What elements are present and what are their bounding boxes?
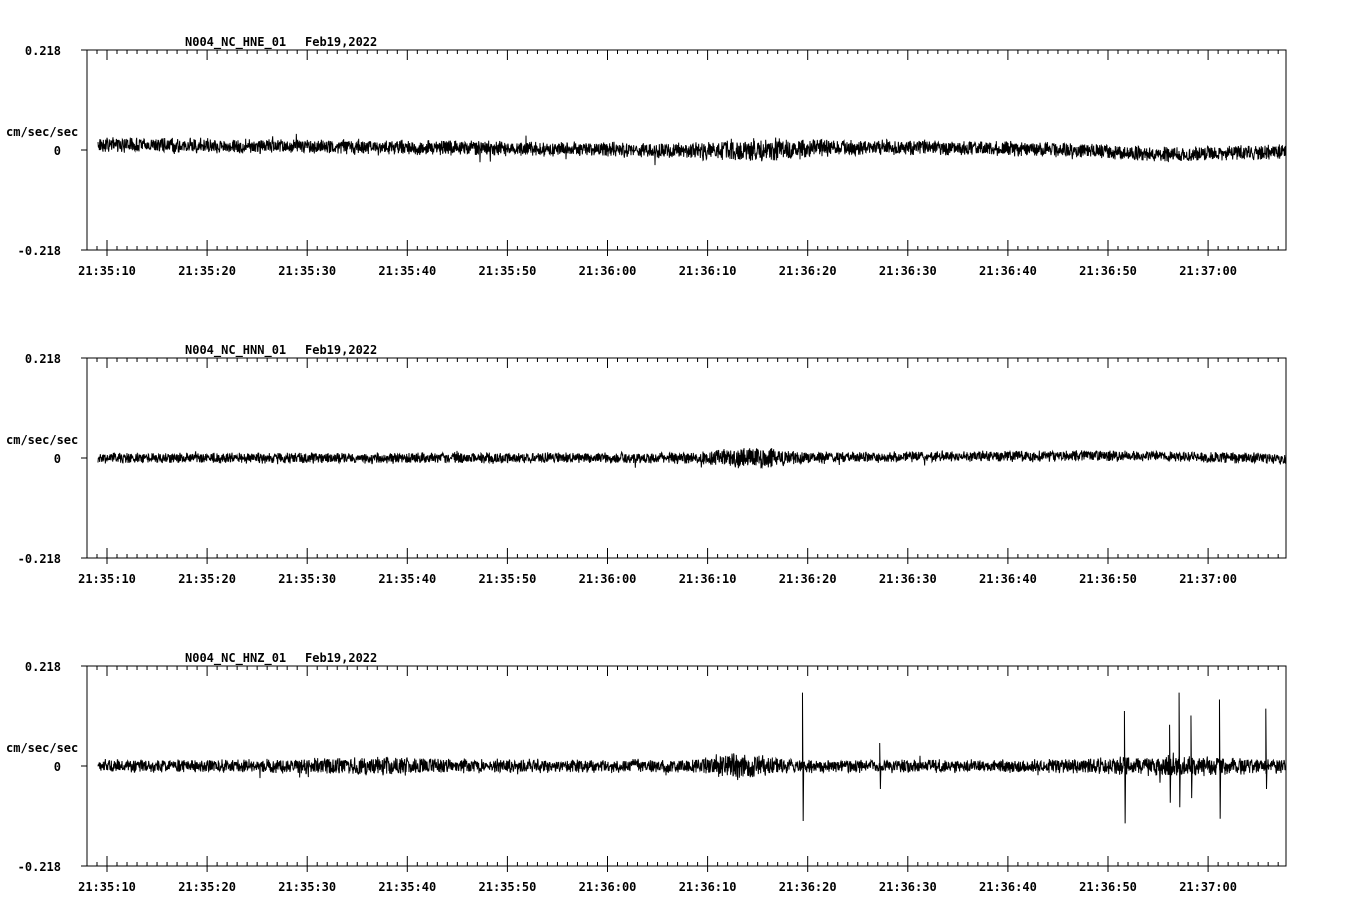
record-date: Feb19,2022 bbox=[305, 343, 377, 357]
y-axis-label: cm/sec/sec bbox=[6, 433, 78, 447]
x-tick-label: 21:35:40 bbox=[378, 264, 436, 278]
panel-hne: N004_NC_HNE_01 Feb19,2022 cm/sec/sec 0.2… bbox=[6, 35, 1287, 278]
x-tick-label: 21:36:30 bbox=[879, 572, 937, 586]
y-tick-label-top: 0.218 bbox=[25, 660, 61, 674]
panel-hnn: N004_NC_HNN_01 Feb19,2022 cm/sec/sec 0.2… bbox=[6, 343, 1287, 586]
x-tick-label: 21:36:00 bbox=[579, 572, 637, 586]
x-tick-label: 21:36:20 bbox=[779, 572, 837, 586]
x-tick-label: 21:37:00 bbox=[1179, 880, 1237, 894]
x-tick-label: 21:36:00 bbox=[579, 880, 637, 894]
x-tick-label: 21:36:20 bbox=[779, 880, 837, 894]
x-tick-label: 21:36:40 bbox=[979, 264, 1037, 278]
x-tick-label: 21:35:20 bbox=[178, 880, 236, 894]
y-axis-label: cm/sec/sec bbox=[6, 125, 78, 139]
x-tick-label: 21:35:30 bbox=[278, 264, 336, 278]
x-tick-label: 21:36:30 bbox=[879, 880, 937, 894]
x-tick-label: 21:35:40 bbox=[378, 572, 436, 586]
y-tick-label-zero: 0 bbox=[54, 452, 61, 466]
x-tick-labels: 21:35:10 21:35:20 21:35:30 21:35:40 21:35:50… bbox=[78, 572, 1237, 586]
x-tick-label: 21:36:20 bbox=[779, 264, 837, 278]
y-tick-label-top: 0.218 bbox=[25, 352, 61, 366]
x-tick-label: 21:35:20 bbox=[178, 264, 236, 278]
x-tick-label: 21:36:40 bbox=[979, 880, 1037, 894]
x-tick-label: 21:37:00 bbox=[1179, 572, 1237, 586]
y-tick-label-top: 0.218 bbox=[25, 44, 61, 58]
station-title: N004_NC_HNE_01 bbox=[185, 35, 286, 50]
y-tick-label-bottom: -0.218 bbox=[18, 552, 61, 566]
y-tick-label-zero: 0 bbox=[54, 760, 61, 774]
x-tick-label: 21:35:40 bbox=[378, 880, 436, 894]
waveform-trace bbox=[97, 448, 1287, 470]
x-tick-label: 21:35:10 bbox=[78, 264, 136, 278]
record-date: Feb19,2022 bbox=[305, 651, 377, 665]
x-tick-label: 21:36:00 bbox=[579, 264, 637, 278]
x-tick-label: 21:36:10 bbox=[679, 264, 737, 278]
waveform-trace bbox=[97, 133, 1287, 166]
x-tick-label: 21:36:30 bbox=[879, 264, 937, 278]
x-tick-label: 21:36:10 bbox=[679, 572, 737, 586]
x-tick-labels: 21:35:10 21:35:20 21:35:30 21:35:40 21:35:50… bbox=[78, 880, 1237, 894]
y-tick-label-bottom: -0.218 bbox=[18, 244, 61, 258]
x-tick-label: 21:36:10 bbox=[679, 880, 737, 894]
x-tick-label: 21:35:50 bbox=[479, 572, 537, 586]
station-title: N004_NC_HNZ_01 bbox=[185, 651, 286, 666]
x-tick-label: 21:35:10 bbox=[78, 880, 136, 894]
station-title: N004_NC_HNN_01 bbox=[185, 343, 286, 358]
x-tick-label: 21:35:50 bbox=[479, 880, 537, 894]
tick-marks bbox=[81, 357, 1279, 564]
record-date: Feb19,2022 bbox=[305, 35, 377, 49]
x-tick-label: 21:35:30 bbox=[278, 572, 336, 586]
x-tick-label: 21:37:00 bbox=[1179, 264, 1237, 278]
x-tick-label: 21:35:10 bbox=[78, 572, 136, 586]
x-tick-label: 21:35:30 bbox=[278, 880, 336, 894]
x-tick-label: 21:35:20 bbox=[178, 572, 236, 586]
panel-hnz: N004_NC_HNZ_01 Feb19,2022 cm/sec/sec 0.2… bbox=[6, 651, 1287, 894]
x-tick-labels: 21:35:10 21:35:20 21:35:30 21:35:40 21:35:50… bbox=[78, 264, 1237, 278]
seismogram-figure: N004_NC_HNE_01 Feb19,2022 cm/sec/sec 0.2… bbox=[6, 35, 1287, 894]
x-tick-label: 21:36:50 bbox=[1079, 572, 1137, 586]
y-axis-label: cm/sec/sec bbox=[6, 741, 78, 755]
y-tick-label-zero: 0 bbox=[54, 144, 61, 158]
x-tick-label: 21:35:50 bbox=[479, 264, 537, 278]
x-tick-label: 21:36:50 bbox=[1079, 264, 1137, 278]
x-tick-label: 21:36:50 bbox=[1079, 880, 1137, 894]
waveform-trace bbox=[97, 692, 1287, 824]
x-tick-label: 21:36:40 bbox=[979, 572, 1037, 586]
y-tick-label-bottom: -0.218 bbox=[18, 860, 61, 874]
